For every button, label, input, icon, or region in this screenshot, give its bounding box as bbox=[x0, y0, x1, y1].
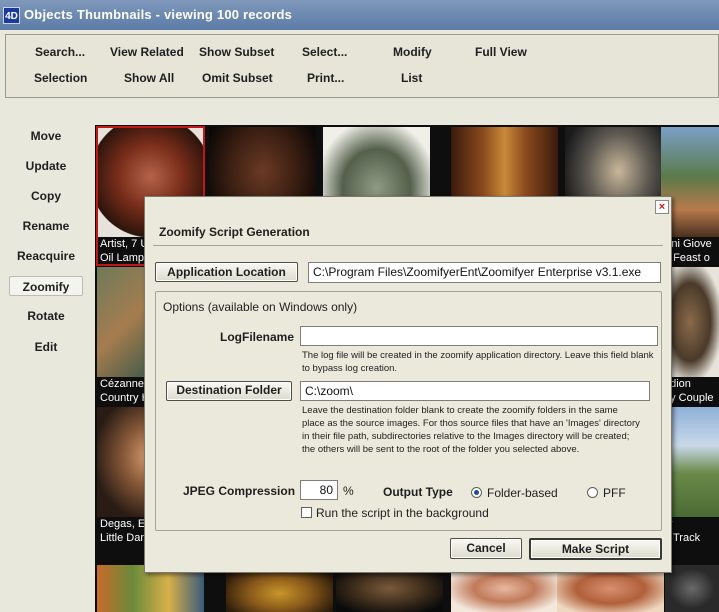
window-title: Objects Thumbnails - viewing 100 records bbox=[24, 7, 293, 22]
title-divider bbox=[153, 245, 663, 246]
modify-button[interactable]: Modify bbox=[393, 45, 432, 59]
close-icon[interactable]: × bbox=[655, 200, 669, 214]
reacquire-button[interactable]: Reacquire bbox=[9, 249, 83, 263]
cancel-button[interactable]: Cancel bbox=[450, 538, 522, 559]
toolbar: Search... View Related Show Subset Selec… bbox=[5, 34, 719, 98]
copy-button[interactable]: Copy bbox=[9, 189, 83, 203]
rename-button[interactable]: Rename bbox=[9, 219, 83, 233]
background-checkbox[interactable] bbox=[301, 507, 312, 518]
pff-label[interactable]: PFF bbox=[603, 486, 626, 500]
update-button[interactable]: Update bbox=[9, 159, 83, 173]
background-checkbox-label[interactable]: Run the script in the background bbox=[316, 506, 489, 520]
thumbnail-item[interactable] bbox=[665, 565, 719, 612]
log-filename-note: The log file will be created in the zoom… bbox=[302, 350, 654, 374]
log-filename-field[interactable] bbox=[300, 326, 658, 346]
jpeg-compression-field[interactable]: 80 bbox=[300, 480, 338, 500]
destination-folder-field[interactable]: C:\zoom\ bbox=[300, 381, 650, 401]
application-location-field[interactable]: C:\Program Files\ZoomifyerEnt\Zoomifyer … bbox=[308, 262, 661, 283]
output-type-label: Output Type bbox=[383, 485, 453, 499]
show-all-button[interactable]: Show All bbox=[124, 71, 174, 85]
options-heading: Options (available on Windows only) bbox=[163, 300, 358, 314]
app-logo-icon: 4D bbox=[3, 7, 20, 24]
dialog-title: Zoomify Script Generation bbox=[159, 225, 310, 239]
percent-label: % bbox=[343, 484, 354, 498]
full-view-button[interactable]: Full View bbox=[475, 45, 527, 59]
show-subset-button[interactable]: Show Subset bbox=[199, 45, 274, 59]
select-button[interactable]: Select... bbox=[302, 45, 347, 59]
window-title-bar[interactable]: 4D Objects Thumbnails - viewing 100 reco… bbox=[0, 0, 719, 30]
folder-based-radio[interactable] bbox=[471, 487, 482, 498]
artwork-image bbox=[665, 565, 719, 612]
jpeg-compression-label: JPEG Compression bbox=[183, 484, 296, 498]
folder-based-label[interactable]: Folder-based bbox=[487, 486, 558, 500]
pff-radio[interactable] bbox=[587, 487, 598, 498]
zoomify-dialog: × Zoomify Script Generation Application … bbox=[144, 196, 672, 573]
omit-subset-button[interactable]: Omit Subset bbox=[202, 71, 273, 85]
application-location-button[interactable]: Application Location bbox=[155, 262, 298, 282]
print-button[interactable]: Print... bbox=[307, 71, 344, 85]
destination-folder-button[interactable]: Destination Folder bbox=[166, 381, 292, 401]
log-filename-label: LogFilename bbox=[220, 330, 295, 344]
list-button[interactable]: List bbox=[401, 71, 422, 85]
selection-button[interactable]: Selection bbox=[34, 71, 87, 85]
view-related-button[interactable]: View Related bbox=[110, 45, 184, 59]
search-button[interactable]: Search... bbox=[35, 45, 85, 59]
move-button[interactable]: Move bbox=[9, 129, 83, 143]
options-group: Options (available on Windows only) LogF… bbox=[155, 291, 662, 531]
edit-button[interactable]: Edit bbox=[9, 340, 83, 354]
destination-folder-note: Leave the destination folder blank to cr… bbox=[302, 405, 640, 455]
zoomify-button[interactable]: Zoomify bbox=[9, 276, 83, 296]
make-script-button[interactable]: Make Script bbox=[529, 538, 662, 560]
rotate-button[interactable]: Rotate bbox=[9, 309, 83, 323]
